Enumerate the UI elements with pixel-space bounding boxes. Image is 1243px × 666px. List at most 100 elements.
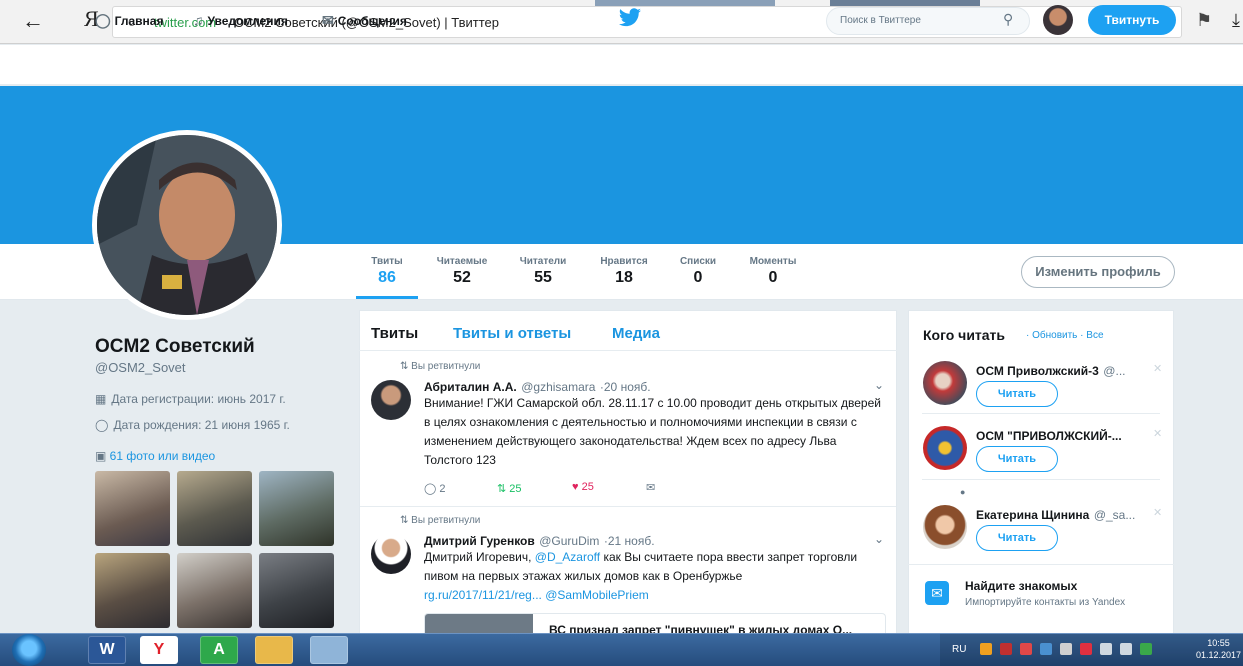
- tweet-date[interactable]: ·21 нояб.: [604, 534, 655, 548]
- who-to-follow-title: Кого читать: [923, 327, 1006, 343]
- explorer-folder-app[interactable]: [255, 636, 293, 664]
- divider: [908, 564, 1174, 565]
- retweet-label: Вы ретвитнули: [411, 361, 481, 372]
- download-icon[interactable]: ⤓: [1232, 10, 1240, 31]
- media-thumbnail[interactable]: [95, 553, 170, 628]
- stat-lists[interactable]: Списки 0: [673, 256, 723, 287]
- profile-handle: @OSM2_Sovet: [95, 360, 186, 375]
- stat-likes[interactable]: Нравится 18: [592, 256, 656, 287]
- tray-app-icon[interactable]: [1040, 643, 1052, 655]
- like-action[interactable]: ♥ 25: [572, 481, 594, 493]
- nav-notifications[interactable]: ♫ Уведомления: [193, 12, 288, 28]
- media-thumbnail[interactable]: [259, 471, 334, 546]
- tab-tweets-and-replies[interactable]: Твиты и ответы: [453, 325, 571, 342]
- retweet-icon: ⇅: [400, 515, 412, 526]
- tweet-button[interactable]: Твитнуть: [1088, 5, 1176, 35]
- tweet-author-handle[interactable]: @GuruDim: [539, 534, 599, 548]
- refresh-all-links[interactable]: · Обновить · Все: [1026, 330, 1104, 341]
- a-app[interactable]: A: [200, 636, 238, 664]
- nav-home-label: Главная: [114, 14, 164, 28]
- nav-messages-label: Сообщения: [337, 14, 407, 28]
- word-app[interactable]: W: [88, 636, 126, 664]
- chevron-down-icon[interactable]: ⌄: [874, 532, 884, 546]
- retweet-icon: ⇅: [400, 361, 412, 372]
- find-friends-subtitle: Импортируйте контакты из Yandex: [965, 597, 1126, 608]
- tray-app-icon[interactable]: [1020, 643, 1032, 655]
- tab-tweets[interactable]: Твиты: [371, 325, 418, 342]
- clock-date: 01.12.2017: [1196, 650, 1242, 660]
- paint-app[interactable]: [310, 636, 348, 664]
- search-input[interactable]: Поиск в Твиттере: [840, 15, 921, 26]
- stat-following[interactable]: Читаемые 52: [430, 256, 494, 287]
- start-button[interactable]: [12, 634, 46, 666]
- tray-app-icon[interactable]: [1140, 643, 1152, 655]
- card-image: [425, 614, 533, 635]
- contacts-icon[interactable]: ✉: [925, 581, 949, 605]
- suggestion-name-row[interactable]: ОСМ "ПРИВОЛЖСКИЙ-...: [976, 427, 1122, 445]
- chevron-down-icon[interactable]: ⌄: [874, 378, 884, 392]
- retweet-label: Вы ретвитнули: [411, 515, 481, 526]
- dismiss-icon[interactable]: ✕: [1153, 506, 1162, 519]
- tweet-date[interactable]: ·20 нояб.: [600, 380, 651, 394]
- dismiss-icon[interactable]: ✕: [1153, 362, 1162, 375]
- nav-home[interactable]: ◯ Главная: [95, 12, 163, 29]
- suggestion-name-row[interactable]: ОСМ Приволжский-3 @...: [976, 362, 1125, 380]
- clock-time: 10:55: [1207, 638, 1230, 648]
- follow-button[interactable]: Читать: [976, 446, 1058, 472]
- stat-followers[interactable]: Читатели 55: [513, 256, 573, 287]
- retweet-action[interactable]: ⇅ 25: [497, 482, 522, 495]
- suggestion-avatar[interactable]: [923, 505, 967, 549]
- link-card[interactable]: ВС признал запрет "пивнушек" в жилых дом…: [424, 613, 886, 635]
- stat-label: Нравится: [600, 256, 648, 267]
- extension-icon[interactable]: ⚑: [1196, 10, 1212, 31]
- active-tab-underline: [356, 296, 418, 299]
- clock[interactable]: 10:55 01.12.2017: [1196, 637, 1241, 661]
- twitter-top-nav: [0, 45, 1243, 85]
- stat-label: Моменты: [749, 256, 797, 267]
- media-thumbnail[interactable]: [95, 471, 170, 546]
- tweet-author-name[interactable]: Абриталин А.А.: [424, 380, 517, 394]
- twitter-bird-icon[interactable]: [618, 8, 642, 28]
- suggestion-avatar[interactable]: [923, 361, 967, 405]
- mention-link[interactable]: @SamMobilePriem: [545, 588, 649, 602]
- search-icon[interactable]: ⚲: [1003, 11, 1013, 28]
- stat-tweets[interactable]: Твиты 86: [362, 256, 412, 287]
- nav-messages[interactable]: ✉ Сообщения: [322, 12, 407, 29]
- tray-app-icon[interactable]: [1060, 643, 1072, 655]
- tweet-avatar[interactable]: [371, 380, 411, 420]
- photos-link[interactable]: ▣ 61 фото или видео: [95, 449, 215, 463]
- suggestion-avatar[interactable]: [923, 426, 967, 470]
- reply-action[interactable]: ◯ 2: [424, 482, 446, 495]
- follow-button[interactable]: Читать: [976, 525, 1058, 551]
- tweet-avatar[interactable]: [371, 534, 411, 574]
- follow-button[interactable]: Читать: [976, 381, 1058, 407]
- photos-link-label: 61 фото или видео: [109, 449, 216, 463]
- tray-app-icon[interactable]: [1000, 643, 1012, 655]
- message-icon[interactable]: ✉: [646, 481, 655, 494]
- tweet-author-name[interactable]: Дмитрий Гуренков: [424, 534, 535, 548]
- url-link[interactable]: rg.ru/2017/11/21/reg...: [424, 588, 542, 602]
- edit-profile-button[interactable]: Изменить профиль: [1021, 256, 1175, 288]
- dismiss-icon[interactable]: ✕: [1153, 427, 1162, 440]
- home-icon: ◯: [95, 12, 111, 28]
- volume-icon[interactable]: [1120, 643, 1132, 655]
- profile-avatar[interactable]: [92, 130, 282, 320]
- language-indicator[interactable]: RU: [952, 644, 966, 655]
- tray-app-icon[interactable]: [980, 643, 992, 655]
- calendar-icon: ▦: [95, 392, 107, 406]
- yandex-browser-app[interactable]: Y: [140, 636, 178, 664]
- mention-link[interactable]: @D_Azaroff: [535, 550, 600, 564]
- stat-moments[interactable]: Моменты 0: [742, 256, 804, 287]
- tray-app-icon[interactable]: [1080, 643, 1092, 655]
- nav-avatar[interactable]: [1043, 5, 1073, 35]
- media-thumbnail[interactable]: [177, 471, 252, 546]
- tweet-author-handle[interactable]: @gzhisamara: [521, 380, 595, 394]
- suggestion-name-row[interactable]: Екатерина Щинина @_sa...: [976, 506, 1135, 524]
- network-icon[interactable]: [1100, 643, 1112, 655]
- media-thumbnail[interactable]: [177, 553, 252, 628]
- stat-label: Твиты: [371, 256, 403, 267]
- tab-media[interactable]: Медиа: [612, 325, 660, 342]
- media-thumbnail[interactable]: [259, 553, 334, 628]
- back-arrow-icon[interactable]: ←: [22, 8, 44, 34]
- find-friends-title[interactable]: Найдите знакомых: [965, 579, 1077, 593]
